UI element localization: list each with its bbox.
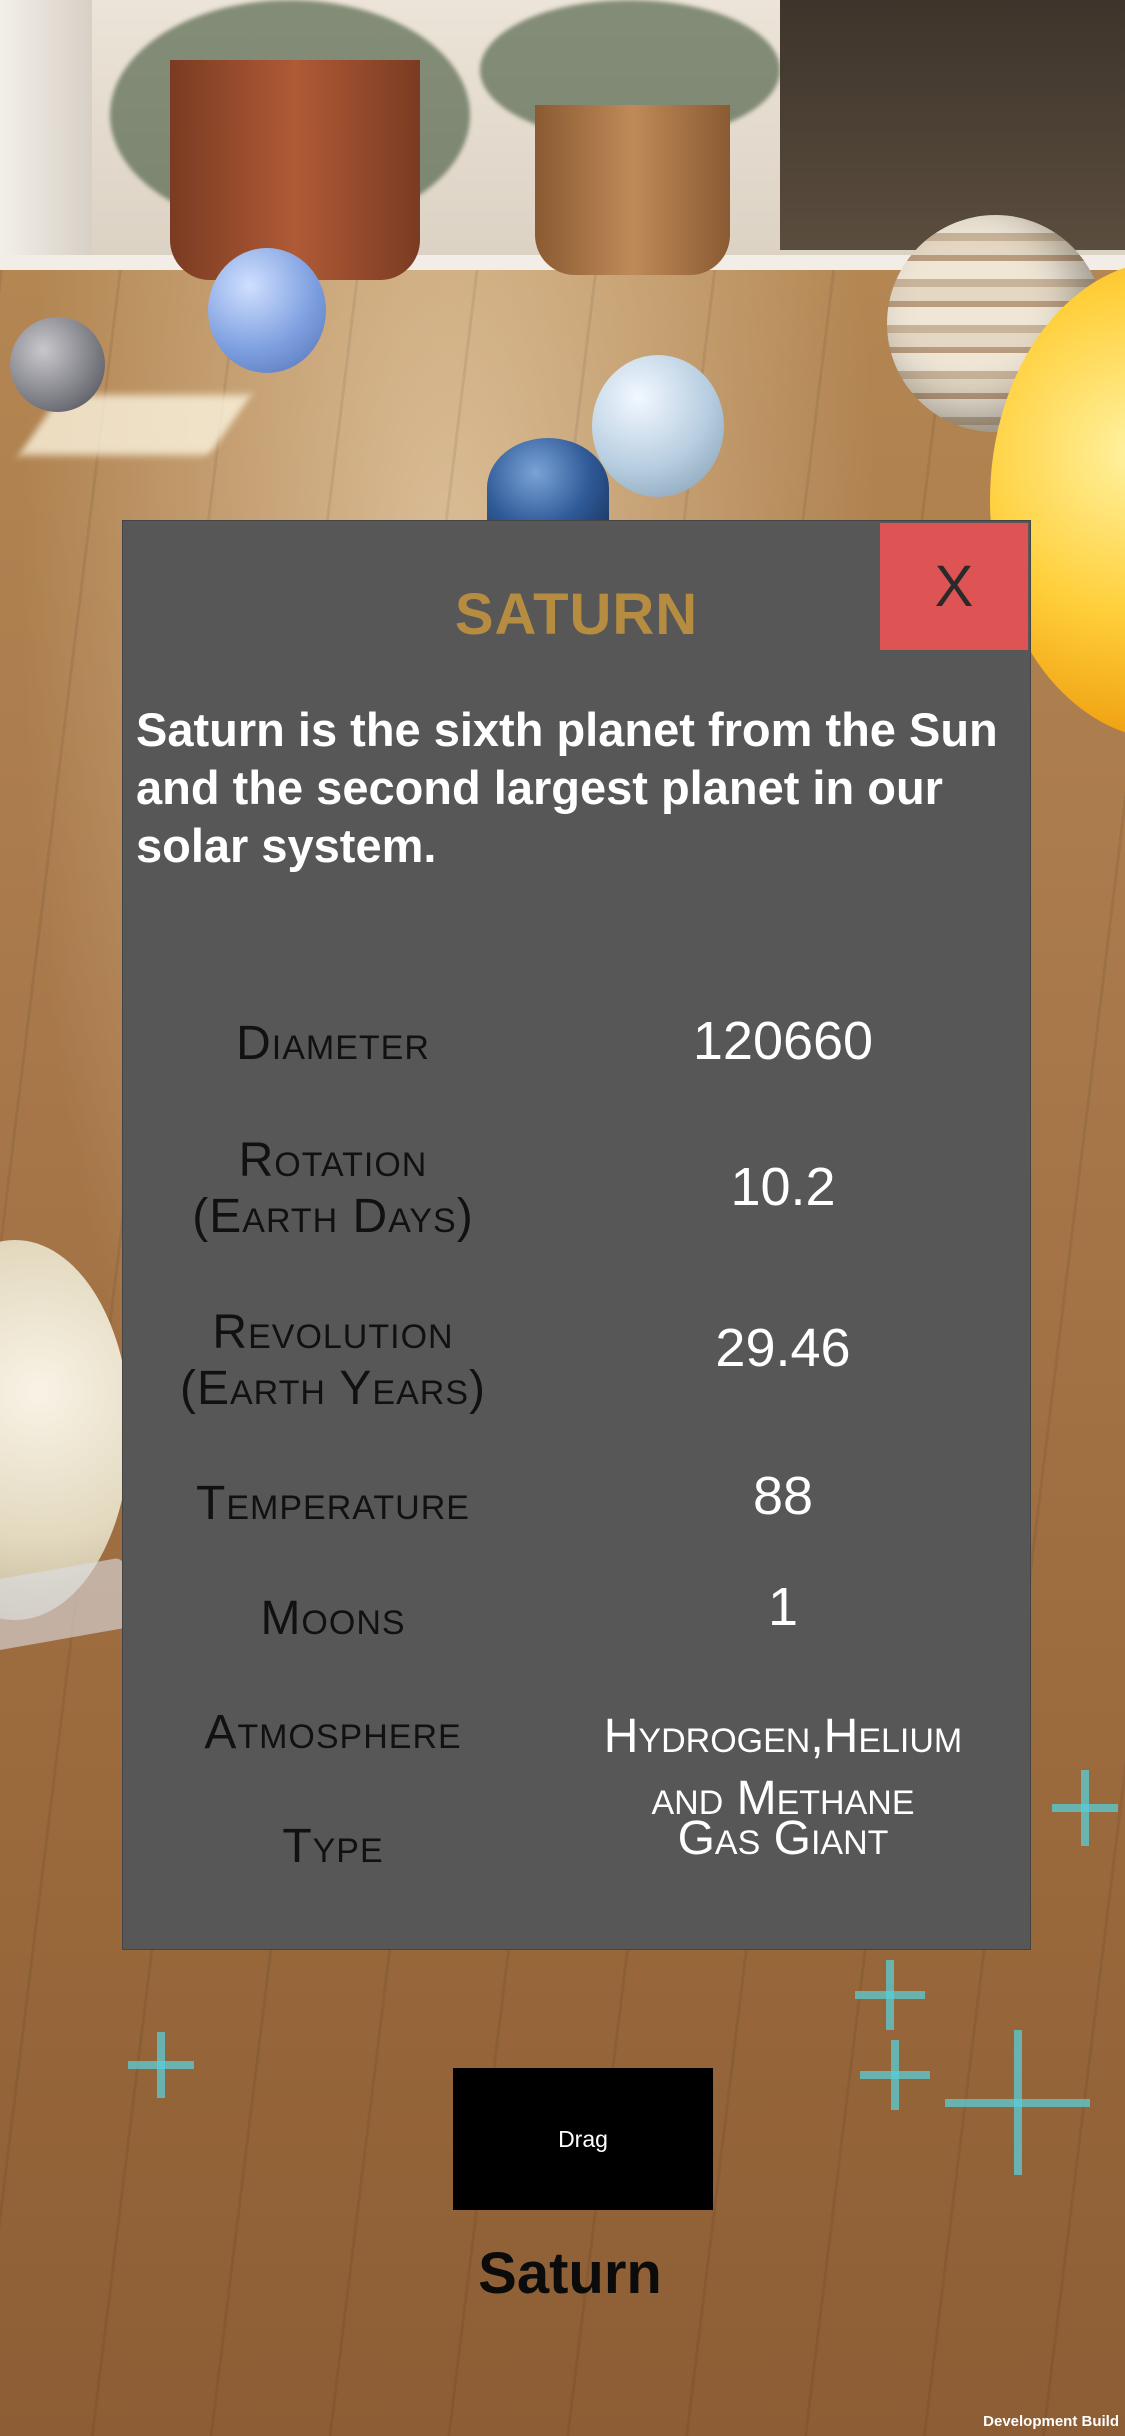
rotation-value: 10.2 (730, 1157, 836, 1217)
planet-info-panel: SATURN Saturn is the sixth planet from t… (122, 520, 1031, 1950)
type-value: Gas Giant (677, 1812, 889, 1865)
rotation-label: Rotation (Earth Days) (192, 1134, 474, 1243)
diameter-label: Diameter (236, 1017, 430, 1070)
close-button[interactable]: X (880, 523, 1028, 650)
revolution-value: 29.46 (715, 1318, 851, 1378)
diameter-value: 120660 (692, 1011, 874, 1071)
flower-pot-right (535, 105, 730, 275)
moon-planet[interactable] (10, 317, 105, 412)
revolution-label: Revolution (Earth Years) (180, 1306, 486, 1415)
ar-anchor-marker-icon (860, 2040, 930, 2110)
neptune-planet[interactable] (208, 248, 326, 373)
moons-label: Moons (260, 1592, 406, 1645)
ar-anchor-marker-icon (128, 2032, 194, 2098)
doorway (780, 0, 1125, 250)
development-build-label: Development Build (983, 2413, 1119, 2430)
uranus-planet[interactable] (592, 355, 724, 497)
temperature-label: Temperature (196, 1477, 470, 1530)
ar-anchor-marker-icon (855, 1960, 925, 2030)
drag-button[interactable]: Drag (453, 2068, 713, 2210)
ar-anchor-marker-icon (945, 2030, 1090, 2175)
ar-anchor-marker-icon (1052, 1770, 1118, 1846)
selected-planet-label: Saturn (478, 2241, 662, 2306)
atmosphere-label: Atmosphere (204, 1706, 462, 1759)
type-label: Type (282, 1820, 384, 1873)
flower-pot-left (170, 60, 420, 280)
moons-value: 1 (767, 1577, 799, 1637)
temperature-value: 88 (752, 1466, 814, 1526)
planet-description: Saturn is the sixth planet from the Sun … (136, 703, 998, 872)
